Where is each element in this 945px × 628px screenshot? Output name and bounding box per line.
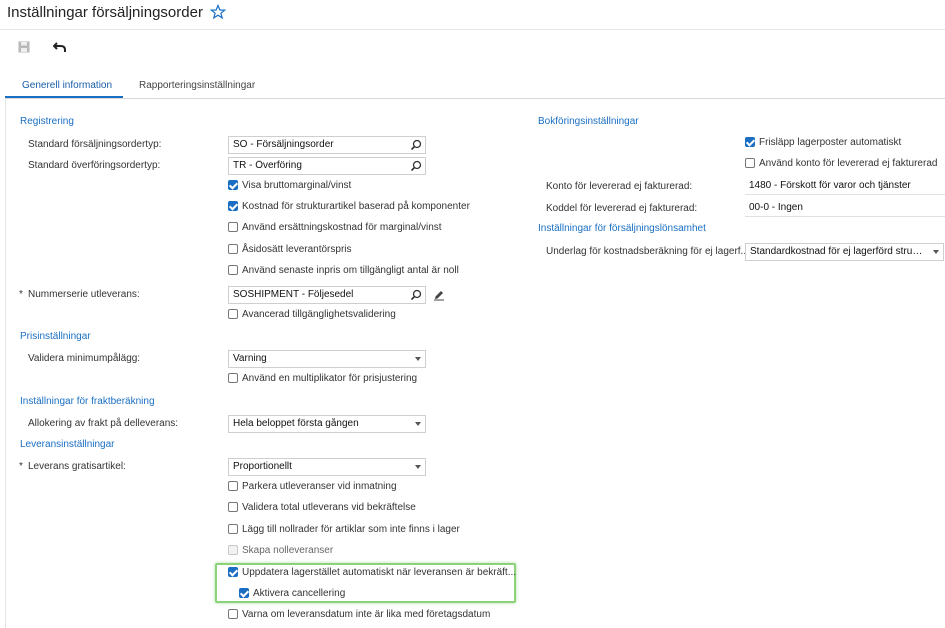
checkbox-box	[745, 158, 755, 168]
search-icon[interactable]	[410, 160, 422, 172]
checkbox-box	[228, 180, 238, 190]
checkbox-validera-total-utleverans[interactable]: Validera total utleverans vid bekräftels…	[228, 500, 416, 514]
undo-button[interactable]	[52, 39, 68, 55]
checkbox-label: Kostnad för strukturartikel baserad på k…	[242, 200, 470, 212]
checkbox-box	[228, 545, 238, 555]
floppy-disk-icon	[18, 41, 30, 53]
standard-sales-order-type-field[interactable]: SO - Försäljningsorder	[228, 136, 426, 154]
checkbox-label: Uppdatera lagerstället automatiskt när l…	[242, 566, 517, 578]
section-registrering: Registrering	[20, 116, 74, 127]
undo-arrow-icon	[53, 42, 66, 52]
chevron-down-icon	[415, 465, 421, 469]
checkbox-ersattningskostnad[interactable]: Använd ersättningskostnad för marginal/v…	[228, 220, 442, 234]
checkbox-label: Validera total utleverans vid bekräftels…	[242, 501, 416, 513]
checkbox-label: Parkera utleveranser vid inmatning	[242, 480, 397, 492]
checkbox-konto-levererad[interactable]: Använd konto för levererad ej fakturerad	[745, 156, 937, 170]
checkbox-label: Skapa nolleveranser	[242, 544, 334, 556]
checkbox-box	[745, 137, 755, 147]
checkbox-box	[228, 567, 238, 577]
section-leveransinstallningar: Leveransinställningar	[20, 439, 115, 450]
cost-basis-select[interactable]: Standardkostnad för ej lagerförd struktu…	[745, 243, 944, 261]
cost-basis-value: Standardkostnad för ej lagerförd struktu…	[750, 246, 923, 257]
tab-divider	[5, 98, 945, 99]
standard-transfer-order-type-label: Standard överföringsordertyp:	[28, 160, 161, 171]
checkbox-label: Frisläpp lagerposter automatiskt	[759, 136, 902, 148]
freight-allocation-label: Allokering av frakt på delleverans:	[28, 418, 179, 429]
free-item-delivery-value: Proportionellt	[233, 461, 292, 472]
account-label: Konto för levererad ej fakturerad:	[546, 181, 693, 192]
star-outline-icon[interactable]	[210, 4, 226, 20]
standard-transfer-order-type-value: TR - Överföring	[233, 160, 302, 171]
validate-min-markup-value: Varning	[233, 353, 267, 364]
checkbox-varna-leveransdatum[interactable]: Varna om leveransdatum inte är lika med …	[228, 607, 490, 621]
shipment-numbering-field[interactable]: SOSHIPMENT - Följesedel	[228, 286, 426, 304]
header-divider	[0, 29, 945, 30]
section-bokforingsinstallningar: Bokföringsinställningar	[538, 116, 639, 127]
required-marker: *	[19, 461, 23, 472]
checkbox-label: Använd ersättningskostnad för marginal/v…	[242, 221, 442, 233]
checkbox-box	[228, 524, 238, 534]
checkbox-label: Aktivera cancellering	[253, 587, 346, 599]
checkbox-box	[228, 265, 238, 275]
checkbox-box	[228, 481, 238, 491]
standard-sales-order-type-label: Standard försäljningsordertyp:	[28, 139, 162, 150]
checkbox-box	[228, 502, 238, 512]
subaccount-field[interactable]: 00-0 - Ingen	[745, 199, 945, 217]
checkbox-box	[228, 309, 238, 319]
section-forsaljningslonsamhet: Inställningar för försäljningslönsamhet	[538, 223, 706, 234]
section-prisinstallningar: Prisinställningar	[20, 331, 91, 342]
freight-allocation-select[interactable]: Hela beloppet första gången	[228, 415, 426, 433]
checkbox-avancerad-tillganglighet[interactable]: Avancerad tillgänglighetsvalidering	[228, 307, 396, 321]
checkbox-box	[228, 244, 238, 254]
page-title: Inställningar försäljningsorder	[7, 4, 203, 21]
chevron-down-icon	[415, 357, 421, 361]
checkbox-label: Använd senaste inpris om tillgängligt an…	[242, 264, 459, 276]
free-item-delivery-select[interactable]: Proportionellt	[228, 458, 426, 476]
cost-basis-label: Underlag för kostnadsberäkning för ej la…	[546, 246, 749, 257]
checkbox-visa-bruttomarginal[interactable]: Visa bruttomarginal/vinst	[228, 178, 351, 192]
freight-allocation-value: Hela beloppet första gången	[233, 418, 359, 429]
checkbox-parkera-utleveranser[interactable]: Parkera utleveranser vid inmatning	[228, 479, 397, 493]
checkbox-multiplikator[interactable]: Använd en multiplikator för prisjusterin…	[228, 371, 417, 385]
edit-pencil-icon[interactable]	[433, 289, 445, 301]
shipment-numbering-value: SOSHIPMENT - Följesedel	[233, 289, 354, 300]
checkbox-label: Använd konto för levererad ej fakturerad	[759, 157, 938, 169]
checkbox-frislapp-lagerposter[interactable]: Frisläpp lagerposter automatiskt	[745, 135, 901, 149]
validate-min-markup-select[interactable]: Varning	[228, 350, 426, 368]
validate-min-markup-label: Validera minimumpålägg:	[28, 353, 141, 364]
checkbox-label: Använd en multiplikator för prisjusterin…	[242, 372, 418, 384]
tab-rapporteringsinstallningar[interactable]: Rapporteringsinställningar	[139, 80, 255, 98]
save-button[interactable]	[16, 39, 32, 55]
checkbox-senaste-inpris[interactable]: Använd senaste inpris om tillgängligt an…	[228, 263, 459, 277]
checkbox-label: Lägg till nollrader för artiklar som int…	[242, 523, 460, 535]
checkbox-label: Avancerad tillgänglighetsvalidering	[242, 308, 396, 320]
required-marker: *	[19, 289, 23, 300]
checkbox-box	[228, 609, 238, 619]
standard-sales-order-type-value: SO - Försäljningsorder	[233, 139, 334, 150]
subaccount-label: Koddel för levererad ej fakturerad:	[546, 203, 698, 214]
checkbox-kostnad-strukturartikel[interactable]: Kostnad för strukturartikel baserad på k…	[228, 199, 470, 213]
shipment-numbering-label: Nummerserie utleverans:	[28, 289, 140, 300]
search-icon[interactable]	[410, 289, 422, 301]
checkbox-label: Varna om leveransdatum inte är lika med …	[242, 608, 491, 620]
content-frame-border	[5, 98, 6, 628]
checkbox-nollrader[interactable]: Lägg till nollrader för artiklar som int…	[228, 522, 460, 536]
checkbox-box	[228, 222, 238, 232]
standard-transfer-order-type-field[interactable]: TR - Överföring	[228, 157, 426, 175]
chevron-down-icon	[415, 422, 421, 426]
chevron-down-icon	[933, 250, 939, 254]
search-icon[interactable]	[410, 139, 422, 151]
checkbox-skapa-nolleveranser: Skapa nolleveranser	[228, 543, 333, 557]
checkbox-box	[228, 373, 238, 383]
checkbox-label: Visa bruttomarginal/vinst	[242, 179, 352, 191]
account-field[interactable]: 1480 - Förskott för varor och tjänster	[745, 177, 945, 195]
checkbox-aktivera-cancellering[interactable]: Aktivera cancellering	[239, 586, 345, 600]
section-fraktberakning: Inställningar för fraktberäkning	[20, 396, 155, 407]
checkbox-box	[239, 588, 249, 598]
checkbox-asidosatt-leverantorspris[interactable]: Åsidosätt leverantörspris	[228, 242, 352, 256]
checkbox-box	[228, 201, 238, 211]
checkbox-uppdatera-lagerstallet[interactable]: Uppdatera lagerstället automatiskt när l…	[228, 565, 516, 579]
free-item-delivery-label: Leverans gratisartikel:	[28, 461, 126, 472]
checkbox-label: Åsidosätt leverantörspris	[242, 243, 352, 255]
